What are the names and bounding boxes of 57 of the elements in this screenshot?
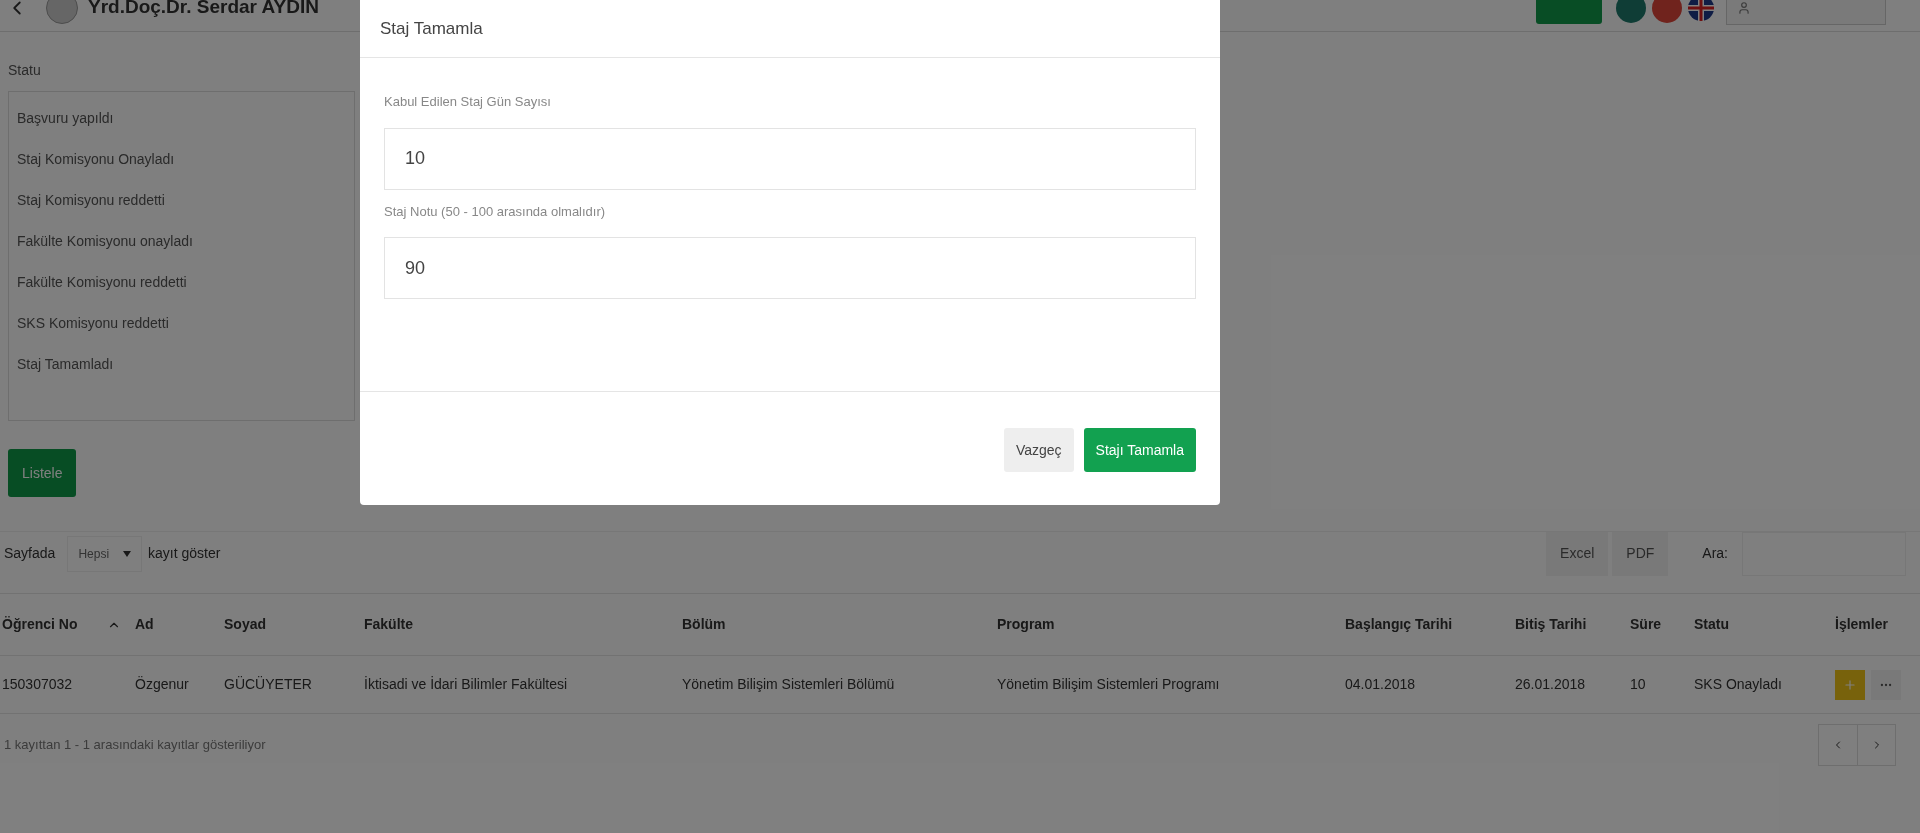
column-header[interactable]: Program: [995, 593, 1343, 656]
field-label: Kabul Edilen Staj Gün Sayısı: [384, 93, 552, 111]
flag-icon[interactable]: [1688, 0, 1714, 21]
round-icon[interactable]: [1652, 0, 1682, 23]
user-icon: [1737, 0, 1751, 15]
modal-title: Staj Tamamla: [380, 17, 483, 40]
filter-label: Statu: [8, 61, 42, 80]
status-option[interactable]: Staj Tamamladı: [9, 344, 354, 385]
status-option[interactable]: SKS Komisyonu reddetti: [9, 303, 354, 344]
table-cell: 04.01.2018: [1343, 655, 1513, 714]
table-cell: Özgenur: [133, 655, 222, 714]
table-cell: GÜCÜYETER: [222, 655, 362, 714]
column-header[interactable]: Fakülte: [362, 593, 680, 656]
complete-button[interactable]: Stajı Tamamla: [1083, 428, 1196, 472]
user-name: Yrd.Doç.Dr. Serdar AYDIN: [88, 0, 319, 20]
column-header[interactable]: Başlangıç Tarihi: [1343, 593, 1513, 656]
column-header[interactable]: İşlemler: [1833, 593, 1920, 656]
search-label: Ara:: [1702, 544, 1728, 563]
round-icon[interactable]: [1616, 0, 1646, 23]
plus-icon: [1843, 677, 1857, 692]
list-button[interactable]: Listele: [8, 449, 77, 497]
page-size-prefix: Sayfada: [4, 544, 56, 563]
export-button[interactable]: Excel: [1546, 531, 1609, 576]
table-cell: Yönetim Bilişim Sistemleri Programı: [995, 655, 1343, 714]
table-cell: 26.01.2018: [1513, 655, 1628, 714]
caret-icon: [123, 550, 132, 557]
input-field[interactable]: 90: [384, 237, 1196, 299]
table-cell: 150307032: [0, 655, 133, 714]
column-header[interactable]: Süre: [1628, 593, 1692, 656]
status-listbox[interactable]: Başvuru yapıldı Staj Komisyonu Onayladı Staj Komisyonu reddetti Fakülte Komisyonu onayladı Fakülte Komisyonu reddetti SKS Komisyonu reddetti Staj Tamamladı: [8, 91, 355, 421]
page-size-select[interactable]: Hepsi: [67, 535, 143, 572]
table-cell: Yönetim Bilişim Sistemleri Bölümü: [680, 655, 995, 714]
column-header[interactable]: Soyad: [222, 593, 362, 656]
table-cell: İktisadi ve İdari Bilimler Fakültesi: [362, 655, 680, 714]
table-cell: 10: [1628, 655, 1692, 714]
add-button[interactable]: [1835, 669, 1865, 700]
cancel-button[interactable]: Vazgeç: [1003, 428, 1074, 472]
status-option[interactable]: Staj Komisyonu reddetti: [9, 180, 354, 221]
column-header[interactable]: Bitiş Tarihi: [1513, 593, 1628, 656]
field-label: Staj Notu (50 - 100 arasında olmalıdır): [384, 202, 607, 221]
input-field[interactable]: 10: [384, 127, 1196, 190]
status-option[interactable]: Başvuru yapıldı: [9, 98, 354, 139]
status-option[interactable]: Staj Komisyonu Onayladı: [9, 139, 354, 180]
status-option[interactable]: Fakülte Komisyonu reddetti: [9, 262, 354, 303]
page-size-suffix: kayıt göster: [148, 544, 221, 563]
user-menu-field[interactable]: [1726, 0, 1886, 25]
table-cell: SKS Onayladı: [1692, 655, 1833, 714]
export-button[interactable]: PDF: [1612, 531, 1669, 576]
column-header[interactable]: Öğrenci No: [0, 593, 133, 656]
status-option[interactable]: Fakülte Komisyonu onayladı: [9, 221, 354, 262]
column-header[interactable]: Ad: [133, 593, 222, 656]
header-button[interactable]: [1536, 0, 1602, 24]
more-button[interactable]: [1871, 669, 1901, 700]
avatar-icon: [46, 0, 78, 24]
records-info: 1 kayıttan 1 - 1 arasındaki kayıtlar gösteriliyor: [4, 736, 266, 755]
column-header[interactable]: Bölüm: [680, 593, 995, 656]
column-header[interactable]: Statu: [1692, 593, 1833, 656]
